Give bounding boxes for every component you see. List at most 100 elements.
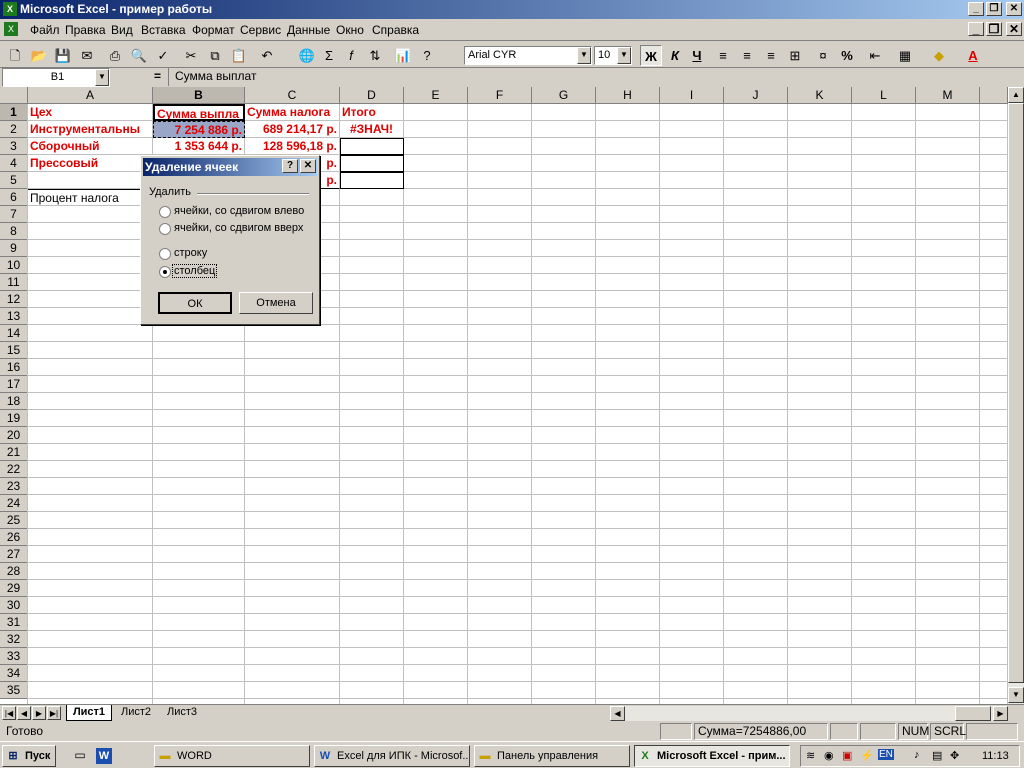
cell-a4[interactable]: Прессовый	[28, 155, 153, 172]
chevron-down-icon[interactable]: ▼	[617, 47, 631, 64]
cell-d2[interactable]: #ЗНАЧ!	[340, 121, 404, 138]
name-box[interactable]: B1 ▼	[2, 68, 110, 87]
row-header[interactable]: 8	[0, 223, 28, 240]
menu-file[interactable]: Файл	[30, 23, 60, 37]
tray-network-status-icon[interactable]: ✥	[950, 749, 959, 762]
permission-icon[interactable]: ✉	[76, 45, 98, 66]
col-header-j[interactable]: J	[724, 87, 788, 104]
option-shift-left[interactable]: ячейки, со сдвигом влево	[174, 205, 304, 217]
task-excel-active[interactable]: X Microsoft Excel - прим...	[634, 745, 790, 767]
row-header[interactable]: 11	[0, 274, 28, 291]
row-header[interactable]: 9	[0, 240, 28, 257]
row-header[interactable]: 16	[0, 359, 28, 376]
menu-tools[interactable]: Сервис	[240, 23, 281, 37]
cell-b2[interactable]: 7 254 886 р.	[153, 121, 245, 138]
percent-button[interactable]: %	[836, 45, 858, 66]
col-header-e[interactable]: E	[404, 87, 468, 104]
row-header[interactable]: 20	[0, 427, 28, 444]
doc-close-button[interactable]: ✕	[1006, 22, 1022, 36]
menu-help[interactable]: Справка	[372, 23, 419, 37]
tray-flash-icon[interactable]: ⚡	[860, 749, 874, 762]
scroll-thumb[interactable]	[1008, 103, 1024, 683]
row-header[interactable]: 13	[0, 308, 28, 325]
merge-center-icon[interactable]: ⊞	[784, 45, 806, 66]
col-header-f[interactable]: F	[468, 87, 532, 104]
row-header[interactable]: 14	[0, 325, 28, 342]
italic-button[interactable]: К	[664, 45, 686, 66]
borders-icon[interactable]: ▦	[894, 45, 916, 66]
help-icon[interactable]: ?	[416, 45, 438, 66]
sheet-tab-3[interactable]: Лист3	[160, 705, 204, 721]
row-header[interactable]: 26	[0, 529, 28, 546]
sheet-tab-1[interactable]: Лист1	[66, 705, 112, 721]
row-header[interactable]: 7	[0, 206, 28, 223]
doc-minimize-button[interactable]: _	[968, 22, 984, 36]
underline-button[interactable]: Ч	[686, 45, 708, 66]
cell-c1[interactable]: Сумма налога	[245, 104, 340, 121]
row-header[interactable]: 3	[0, 138, 28, 155]
col-header-c[interactable]: C	[245, 87, 340, 104]
row-header[interactable]: 29	[0, 580, 28, 597]
quicklaunch-desktop-icon[interactable]: ▭	[72, 748, 88, 764]
radio-shift-left[interactable]	[159, 206, 171, 218]
paste-icon[interactable]: 📋	[228, 45, 250, 66]
vertical-scrollbar[interactable]: ▲ ▼	[1008, 87, 1024, 704]
bold-button[interactable]: Ж	[640, 45, 662, 66]
col-header-a[interactable]: A	[28, 87, 153, 104]
row-header[interactable]: 5	[0, 172, 28, 189]
last-sheet-icon[interactable]: ▶|	[47, 706, 61, 720]
open-icon[interactable]: 📂	[28, 45, 50, 66]
row-header[interactable]: 35	[0, 682, 28, 699]
tray-language-indicator[interactable]: EN	[878, 749, 894, 760]
row-header[interactable]: 17	[0, 376, 28, 393]
menu-format[interactable]: Формат	[192, 23, 235, 37]
horizontal-scrollbar[interactable]: ◀ ▶	[610, 706, 1008, 721]
task-excel-ipk[interactable]: W Excel для ИПК - Microsof...	[314, 745, 470, 767]
row-header[interactable]: 18	[0, 393, 28, 410]
row-header[interactable]: 23	[0, 478, 28, 495]
cell-c2[interactable]: 689 214,17 р.	[245, 121, 340, 138]
option-column[interactable]: столбец	[172, 264, 218, 278]
cell-d1[interactable]: Итого	[340, 104, 404, 121]
next-sheet-icon[interactable]: ▶	[32, 706, 46, 720]
tray-network-icon[interactable]: ≋	[806, 749, 815, 762]
hyperlink-icon[interactable]: 🌐	[296, 45, 318, 66]
dialog-help-button[interactable]: ?	[282, 159, 298, 173]
first-sheet-icon[interactable]: |◀	[2, 706, 16, 720]
close-button[interactable]: ✕	[1006, 2, 1022, 16]
scroll-left-button[interactable]: ◀	[610, 706, 625, 721]
scroll-up-button[interactable]: ▲	[1008, 87, 1024, 103]
col-header-n[interactable]	[980, 87, 1008, 104]
print-preview-icon[interactable]: 🔍	[128, 45, 150, 66]
copy-icon[interactable]: ⧉	[204, 45, 226, 66]
row-header[interactable]: 24	[0, 495, 28, 512]
quicklaunch-word-icon[interactable]: W	[96, 748, 112, 764]
row-header[interactable]: 10	[0, 257, 28, 274]
menu-view[interactable]: Вид	[111, 23, 133, 37]
chevron-down-icon[interactable]: ▼	[577, 47, 591, 64]
dialog-close-button[interactable]: ✕	[300, 159, 316, 173]
row-header[interactable]: 30	[0, 597, 28, 614]
cell-c3[interactable]: 128 596,18 р.	[245, 138, 340, 155]
menu-edit[interactable]: Правка	[65, 23, 106, 37]
scroll-h-thumb[interactable]	[955, 706, 991, 721]
option-row[interactable]: строку	[174, 247, 207, 259]
row-header[interactable]: 1	[0, 104, 28, 121]
row-header[interactable]: 21	[0, 444, 28, 461]
col-header-m[interactable]: M	[916, 87, 980, 104]
undo-icon[interactable]: ↶	[256, 45, 278, 66]
align-right-icon[interactable]: ≡	[760, 45, 782, 66]
col-header-g[interactable]: G	[532, 87, 596, 104]
row-header[interactable]: 6	[0, 189, 28, 206]
radio-column[interactable]	[159, 266, 171, 278]
font-combo[interactable]: Arial CYR ▼	[464, 46, 592, 65]
cell-a6[interactable]: Процент налога	[28, 189, 153, 206]
prev-sheet-icon[interactable]: ◀	[17, 706, 31, 720]
row-header[interactable]: 4	[0, 155, 28, 172]
doc-restore-button[interactable]: ❐	[986, 22, 1002, 36]
row-header[interactable]: 33	[0, 648, 28, 665]
menu-data[interactable]: Данные	[287, 23, 330, 37]
col-header-k[interactable]: K	[788, 87, 852, 104]
scroll-right-button[interactable]: ▶	[993, 706, 1008, 721]
cell-d5[interactable]	[340, 172, 404, 189]
